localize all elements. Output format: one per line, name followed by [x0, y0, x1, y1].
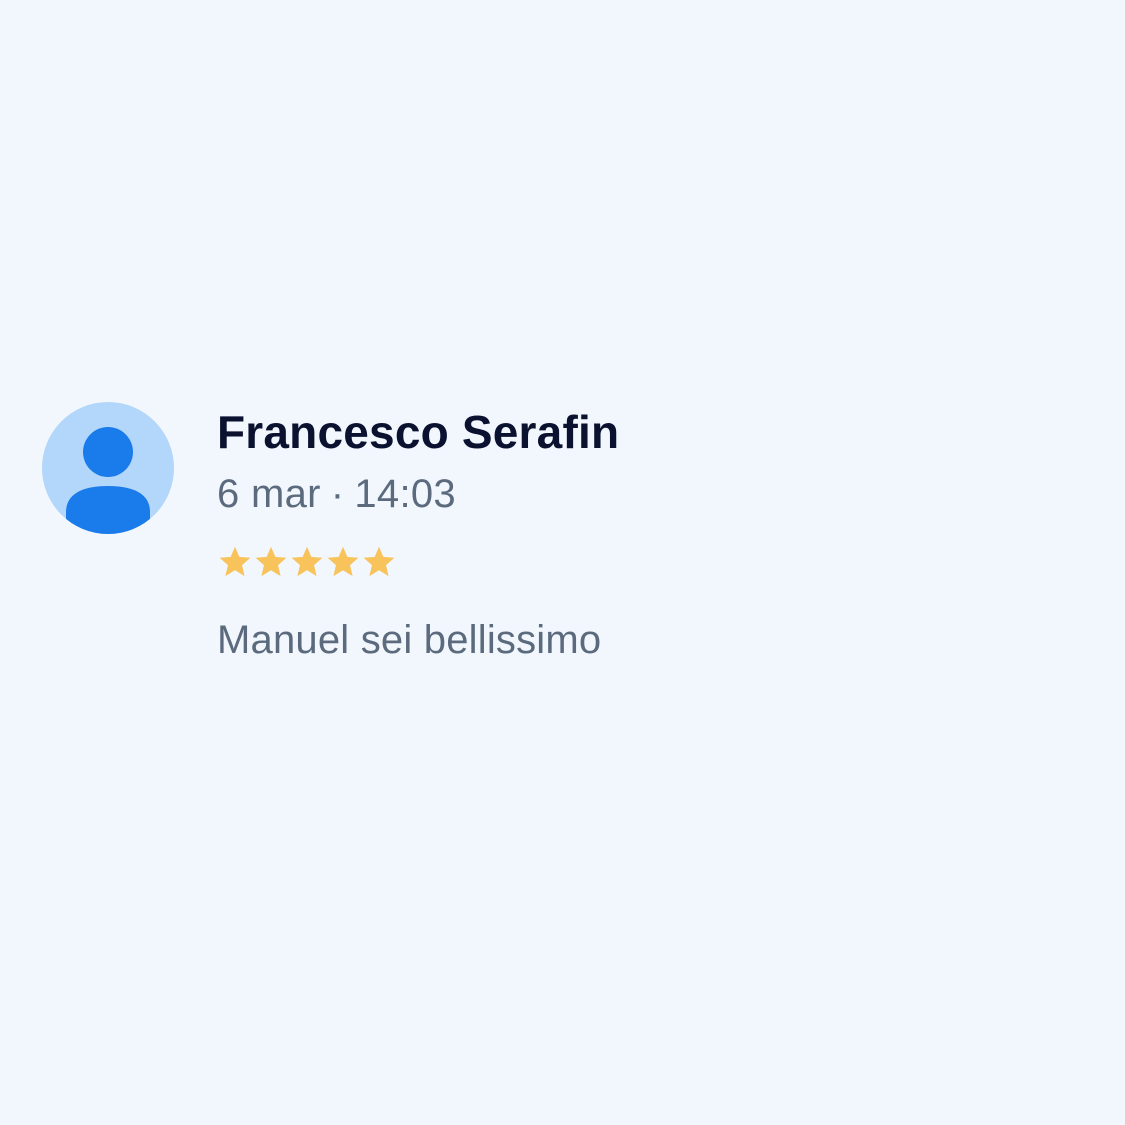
review-card: Francesco Serafin 6 mar · 14:03 Manuel sei… [42, 402, 619, 666]
star-icon [217, 544, 253, 580]
avatar [42, 402, 174, 534]
review-meta: 6 mar · 14:03 [217, 468, 619, 520]
author-name: Francesco Serafin [217, 406, 620, 458]
star-icon [253, 544, 289, 580]
star-icon [289, 544, 325, 580]
meta-separator: · [330, 472, 345, 516]
star-rating [217, 542, 619, 582]
star-icon [361, 544, 397, 580]
review-date: 6 mar [217, 472, 321, 516]
person-icon [66, 427, 150, 534]
star-icon [325, 544, 361, 580]
review-text: Manuel sei bellissimo [217, 618, 602, 662]
review-content: Francesco Serafin 6 mar · 14:03 Manuel sei… [217, 402, 619, 666]
review-time: 14:03 [354, 472, 456, 516]
